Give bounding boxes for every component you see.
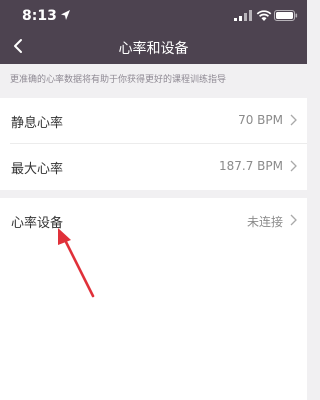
status-bar: 8:13 — [0, 0, 307, 30]
battery-icon — [274, 10, 298, 21]
resting-heart-rate-row[interactable]: 静息心率 70 BPM — [0, 98, 307, 142]
row-label: 静息心率 — [11, 116, 64, 131]
chevron-right-icon — [290, 114, 297, 126]
heart-rate-card: 静息心率 70 BPM 最大心率 187.7 BPM — [0, 98, 307, 190]
heart-rate-device-row[interactable]: 心率设备 未连接 — [0, 198, 307, 242]
nav-bar: 心率和设备 — [0, 30, 307, 64]
max-heart-rate-row[interactable]: 最大心率 187.7 BPM — [0, 144, 307, 188]
location-arrow-icon — [61, 10, 70, 20]
hint-text: 更准确的心率数据将有助于你获得更好的课程训练指导 — [10, 75, 227, 85]
row-value: 187.7 BPM — [219, 159, 283, 173]
row-label: 最大心率 — [11, 162, 64, 177]
row-value: 70 BPM — [238, 113, 283, 127]
cellular-signal-icon — [234, 10, 252, 21]
chevron-right-icon — [290, 214, 297, 226]
row-value: 未连接 — [246, 215, 283, 229]
top-bar: 8:13 心率和设备 — [0, 0, 307, 64]
status-time: 8:13 — [22, 8, 57, 24]
page-title: 心率和设备 — [118, 41, 189, 57]
annotation-arrow-icon — [58, 228, 95, 298]
wifi-icon — [256, 10, 272, 21]
device-card: 心率设备 未连接 — [0, 198, 307, 400]
chevron-right-icon — [290, 160, 297, 172]
